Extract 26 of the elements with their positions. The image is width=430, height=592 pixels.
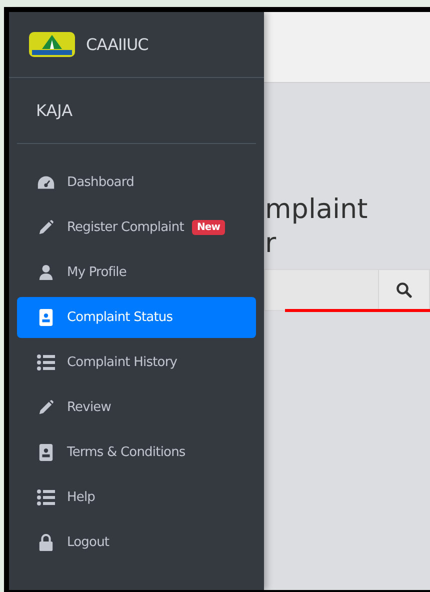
menu-item[interactable]: Dashboard xyxy=(17,162,256,203)
page-heading: mplaint r xyxy=(265,193,369,261)
list-icon xyxy=(37,354,55,371)
user-icon xyxy=(37,264,55,281)
brand-name: CAAIIUC xyxy=(86,35,148,54)
pencil-icon xyxy=(37,399,55,416)
menu-item[interactable]: Review xyxy=(17,387,256,428)
logo-icon xyxy=(28,31,76,58)
menu-item[interactable]: Help xyxy=(17,477,256,518)
search-field[interactable] xyxy=(264,269,378,311)
search-button[interactable] xyxy=(378,269,430,311)
menu-item[interactable]: My Profile xyxy=(17,252,256,293)
pencil-icon xyxy=(37,219,55,236)
new-badge: New xyxy=(192,220,226,235)
contact-card-icon xyxy=(37,444,55,461)
menu-item[interactable]: Terms & Conditions xyxy=(17,432,256,473)
menu-item[interactable]: Complaint History xyxy=(17,342,256,383)
gauge-icon xyxy=(37,174,55,191)
list-icon xyxy=(37,489,55,506)
lock-icon xyxy=(37,534,55,551)
contact-card-icon xyxy=(37,309,55,326)
menu-item[interactable]: Logout xyxy=(17,522,256,563)
menu-item[interactable]: Complaint Status xyxy=(17,297,256,338)
user-name: KAJA xyxy=(36,101,73,120)
search-icon xyxy=(396,282,412,298)
menu-item[interactable]: Register Complaint New xyxy=(17,207,256,248)
